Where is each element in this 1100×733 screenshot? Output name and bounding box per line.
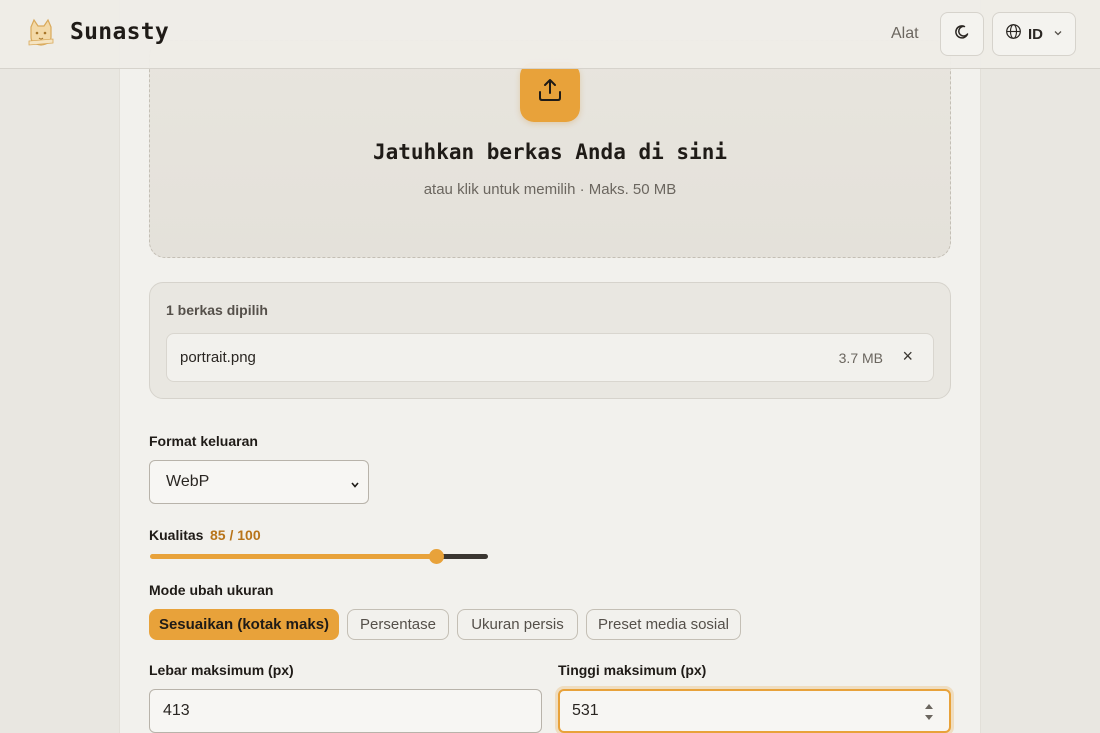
language-selector-button[interactable]: ID [992, 12, 1076, 56]
resize-mode-exact-button[interactable]: Ukuran persis [457, 609, 578, 640]
resize-mode-label: Mode ubah ukuran [149, 582, 274, 598]
brand-name[interactable]: Sunasty [70, 19, 169, 45]
slider-thumb[interactable] [429, 549, 444, 564]
files-count-label: 1 berkas dipilih [166, 302, 268, 318]
theme-toggle-button[interactable] [940, 12, 984, 56]
max-height-value: 531 [572, 702, 599, 719]
number-spinner-icon[interactable] [923, 701, 935, 728]
max-width-value: 413 [163, 702, 190, 719]
upload-icon [537, 77, 563, 108]
max-width-label: Lebar maksimum (px) [149, 662, 294, 678]
globe-icon [1005, 23, 1022, 45]
dropzone-title: Jatuhkan berkas Anda di sini [372, 140, 727, 164]
max-height-label: Tinggi maksimum (px) [558, 662, 707, 678]
moon-icon [954, 24, 970, 45]
resize-mode-social-preset-button[interactable]: Preset media sosial [586, 609, 741, 640]
cat-logo-icon[interactable] [26, 17, 56, 49]
quality-value: 85 / 100 [210, 527, 261, 543]
upload-button[interactable] [520, 62, 580, 122]
file-size: 3.7 MB [838, 350, 883, 366]
max-height-input[interactable]: 531 [558, 689, 951, 733]
file-list-item: portrait.png 3.7 MB × [166, 333, 934, 382]
format-select-value: WebP [166, 473, 210, 490]
resize-mode-fit-button[interactable]: Sesuaikan (kotak maks) [149, 609, 339, 640]
chevron-down-icon [350, 477, 360, 495]
slider-track-remaining [437, 554, 488, 559]
resize-mode-percent-button[interactable]: Persentase [347, 609, 449, 640]
max-width-input[interactable]: 413 [149, 689, 542, 733]
file-name: portrait.png [180, 349, 256, 366]
quality-slider[interactable] [149, 549, 489, 565]
nav-link-tools[interactable]: Alat [891, 25, 919, 43]
quality-label: Kualitas [149, 527, 204, 543]
slider-track-filled [150, 554, 437, 559]
remove-file-button[interactable]: × [902, 346, 913, 367]
chevron-down-icon [1053, 25, 1063, 43]
format-label: Format keluaran [149, 433, 258, 449]
format-select[interactable]: WebP [149, 460, 369, 504]
top-header: Sunasty Alat ID [0, 0, 1100, 69]
dropzone-subtitle: atau klik untuk memilih · Maks. 50 MB [423, 181, 677, 198]
language-code: ID [1028, 25, 1043, 43]
